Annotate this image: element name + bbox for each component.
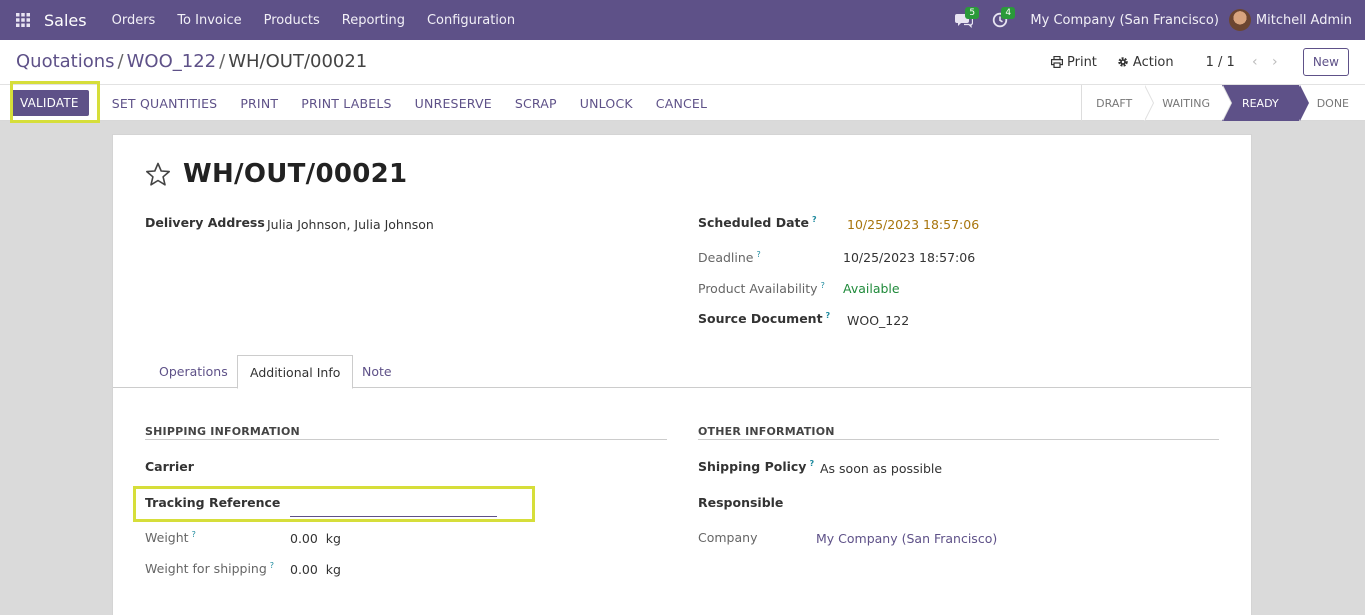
stage-ready[interactable]: READY [1221,85,1309,121]
tab-operations[interactable]: Operations [147,355,240,388]
company-switcher[interactable]: My Company (San Francisco) [1030,13,1218,28]
pager-next-icon[interactable]: › [1265,54,1285,70]
action-buttons: VALIDATE SET QUANTITIES PRINT PRINT LABE… [10,85,707,121]
tab-note[interactable]: Note [350,355,404,388]
carrier-label: Carrier [145,459,194,474]
tracking-reference-input[interactable] [290,495,497,513]
cancel-button[interactable]: CANCEL [656,96,707,111]
delivery-address-label: Delivery Address [145,215,265,230]
weight-label: Weight? [145,530,196,545]
record-title: WH/OUT/00021 [183,159,408,189]
weight-value: 0.00 kg [290,531,341,546]
product-availability-label: Product Availability? [698,281,825,296]
product-availability-value: Available [843,281,900,296]
company-label: Company [698,530,758,545]
responsible-label: Responsible [698,495,784,510]
user-name: Mitchell Admin [1255,12,1352,28]
help-icon[interactable]: ? [826,311,831,320]
print-icon [1051,56,1063,68]
stage-waiting[interactable]: WAITING [1144,85,1232,121]
delivery-address-value[interactable]: Julia Johnson, Julia Johnson [267,217,434,232]
print-label: Print [1067,54,1097,70]
messages-button[interactable]: 5 [946,0,982,40]
set-quantities-button[interactable]: SET QUANTITIES [112,96,218,111]
print-labels-button[interactable]: PRINT LABELS [301,96,391,111]
stage-label: READY [1241,96,1279,110]
shipping-section-title: SHIPPING INFORMATION [145,425,300,438]
shipping-policy-label: Shipping Policy? [698,459,815,474]
nav-orders[interactable]: Orders [112,13,156,28]
scheduled-date-value[interactable]: 10/25/2023 18:57:06 [847,217,979,232]
control-panel: Quotations / WOO_122/WH/OUT/00021 Print Ac… [0,40,1365,85]
help-icon[interactable]: ? [756,250,760,259]
nav-reporting[interactable]: Reporting [342,13,405,28]
section-divider [145,439,667,440]
gear-icon [1118,57,1128,67]
help-icon[interactable]: ? [809,459,814,468]
new-button[interactable]: New [1302,48,1349,76]
stage-label: DRAFT [1096,96,1133,110]
breadcrumb: Quotations / WOO_122/WH/OUT/00021 [16,51,367,72]
source-document-value[interactable]: WOO_122 [847,313,909,328]
user-menu[interactable]: Mitchell Admin [1228,9,1352,31]
breadcrumb-separator: / [219,51,226,72]
nav-to-invoice[interactable]: To Invoice [177,13,241,28]
unlock-button[interactable]: UNLOCK [580,96,633,111]
form-sheet: WH/OUT/00021 Delivery Address Julia John… [112,134,1252,615]
nav-products[interactable]: Products [264,13,320,28]
weight-shipping-unit: kg [325,562,341,577]
deadline-label: Deadline? [698,250,761,265]
avatar [1228,9,1251,31]
unreserve-button[interactable]: UNRESERVE [415,96,492,111]
print-button[interactable]: PRINT [240,96,278,111]
stage-label: DONE [1316,96,1349,110]
title-row: WH/OUT/00021 [145,159,407,189]
breadcrumb-separator: / [117,51,124,72]
source-document-label: Source Document? [698,311,831,326]
notebook-tabs: Operations Additional Info Note [113,355,1251,389]
messages-badge: 5 [965,7,980,19]
tab-additional-info[interactable]: Additional Info [237,355,354,389]
print-menu-button[interactable]: Print [1051,55,1097,70]
pager-previous-icon[interactable]: ‹ [1245,54,1265,70]
tracking-reference-underline [290,516,497,517]
shipping-policy-value[interactable]: As soon as possible [820,461,942,476]
help-icon[interactable]: ? [821,281,825,290]
stage-draft[interactable]: DRAFT [1082,85,1155,121]
validate-button[interactable]: VALIDATE [10,90,89,116]
other-section-title: OTHER INFORMATION [698,425,835,438]
action-label: Action [1132,54,1174,70]
pager-value[interactable]: 1 / 1 [1206,55,1235,70]
breadcrumb-current: WH/OUT/00021 [228,51,368,72]
weight-for-shipping-value: 0.00 kg [290,562,341,577]
company-value[interactable]: My Company (San Francisco) [816,531,997,546]
status-stages: DRAFT WAITING READY DONE [1081,85,1365,121]
section-divider [698,439,1219,440]
tracking-reference-label: Tracking Reference [145,495,281,510]
star-icon[interactable] [145,162,171,187]
breadcrumb-quotations[interactable]: Quotations [16,51,115,72]
top-navbar: Sales Orders To Invoice Products Reporti… [0,0,1365,40]
help-icon[interactable]: ? [192,530,196,539]
deadline-value: 10/25/2023 18:57:06 [843,250,976,265]
apps-menu-icon[interactable] [0,0,46,40]
stage-label: WAITING [1162,96,1210,110]
scheduled-date-label: Scheduled Date? [698,215,817,230]
help-icon[interactable]: ? [812,215,817,224]
app-name[interactable]: Sales [44,11,87,30]
nav-configuration[interactable]: Configuration [427,13,515,28]
help-icon[interactable]: ? [270,561,274,570]
status-bar: VALIDATE SET QUANTITIES PRINT PRINT LABE… [0,85,1365,121]
action-menu-button[interactable]: Action [1117,55,1174,70]
breadcrumb-order[interactable]: WOO_122 [127,51,217,72]
activities-badge: 4 [1001,7,1016,19]
activities-button[interactable]: 4 [982,0,1018,40]
weight-for-shipping-label: Weight for shipping? [145,561,275,576]
weight-unit: kg [325,531,341,546]
scrap-button[interactable]: SCRAP [515,96,557,111]
